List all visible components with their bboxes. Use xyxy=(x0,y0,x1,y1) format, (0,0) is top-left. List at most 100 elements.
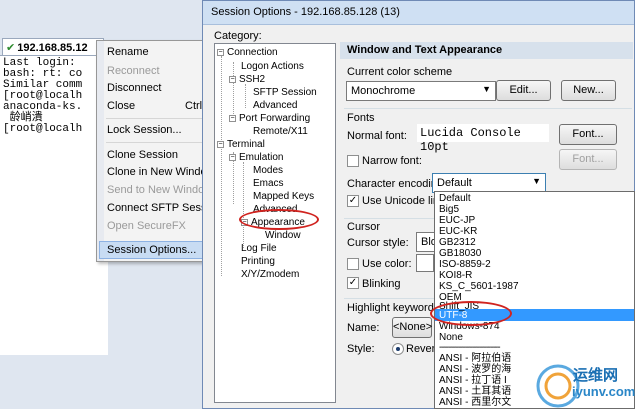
terminal-output[interactable]: Last login: bash: rt: co Similar comm [root… xyxy=(0,55,108,355)
collapse-icon[interactable]: − xyxy=(217,141,224,148)
tree-node-label: Terminal xyxy=(227,139,265,150)
menu-item-lock-session[interactable]: Lock Session... xyxy=(107,124,215,140)
menu-item-session-options[interactable]: Session Options... xyxy=(107,244,215,260)
highlight-name-select[interactable]: <None> xyxy=(392,317,432,338)
tree-line xyxy=(245,84,246,108)
group-divider xyxy=(344,108,632,109)
encoding-option[interactable]: ANSI - 阿拉伯语 xyxy=(439,353,511,364)
cursor-style-select[interactable]: Bloc xyxy=(416,232,436,252)
menu-item-rename[interactable]: Rename xyxy=(107,46,215,62)
menu-gutter xyxy=(97,41,104,261)
tree-node-window[interactable]: Window xyxy=(265,230,301,242)
menu-item-send-new-window: Send to New Windo xyxy=(107,184,205,196)
collapse-icon[interactable]: − xyxy=(229,115,236,122)
encoding-option[interactable]: EUC-JP xyxy=(439,215,475,226)
dropdown-arrow-icon: ▼ xyxy=(482,84,491,94)
normal-font-label: Normal font: xyxy=(347,130,407,142)
encoding-option[interactable]: GB18030 xyxy=(439,248,481,259)
encoding-select[interactable]: Default ▼ xyxy=(432,173,546,193)
tree-node-label: SSH2 xyxy=(239,74,266,85)
tree-line xyxy=(221,56,222,146)
normal-font-value: Lucida Console 10pt xyxy=(417,124,549,154)
menu-item-close-label: Close xyxy=(107,100,136,112)
collapse-icon[interactable]: − xyxy=(229,76,236,83)
narrow-font-checkbox[interactable] xyxy=(347,155,359,167)
tree-node-printing[interactable]: Printing xyxy=(241,256,275,268)
category-label: Category: xyxy=(214,30,262,42)
use-color-label: Use color: xyxy=(362,258,412,270)
tree-node-terminal[interactable]: − Terminal xyxy=(217,139,265,151)
menu-item-clone-session[interactable]: Clone Session xyxy=(107,149,215,165)
highlight-name-label: Name: xyxy=(347,322,380,334)
reverse-radio[interactable] xyxy=(392,343,404,355)
tree-node-xyzmodem[interactable]: X/Y/Zmodem xyxy=(241,269,299,281)
tree-node-label: Connection xyxy=(227,47,278,58)
encoding-option[interactable]: EUC-KR xyxy=(439,226,477,237)
encoding-option[interactable]: ISO-8859-2 xyxy=(439,259,491,270)
tree-node-ssh2[interactable]: − SSH2 xyxy=(229,74,265,86)
narrow-font-button: Font... xyxy=(559,149,617,170)
tree-node-label: Emulation xyxy=(239,152,284,163)
blinking-checkbox[interactable]: ✓ xyxy=(347,277,359,289)
encoding-option[interactable]: ANSI - 拉丁语 I xyxy=(439,375,507,386)
dialog-title: Session Options - 192.168.85.128 (13) xyxy=(203,1,634,25)
annotation-ring-utf8 xyxy=(430,301,512,326)
encoding-separator: -------------------------- xyxy=(439,342,501,353)
tree-node-port-forwarding[interactable]: − Port Forwarding xyxy=(229,113,310,125)
tree-node-label: Port Forwarding xyxy=(239,113,311,124)
terminal-line: [root@localh xyxy=(3,123,83,135)
menu-item-close-shortcut: Ctrl xyxy=(185,100,203,112)
narrow-font-label: Narrow font: xyxy=(362,155,422,167)
tree-node-mapped-keys[interactable]: Mapped Keys xyxy=(253,191,314,203)
cursor-style-label: Cursor style: xyxy=(347,237,409,249)
tab-context-menu: Rename Reconnect Disconnect Close Ctrl Lo… xyxy=(96,40,216,262)
tree-node-modes[interactable]: Modes xyxy=(253,165,283,177)
tree-node-sftp-session[interactable]: SFTP Session xyxy=(253,87,317,99)
encoding-option[interactable]: ANSI - 波罗的海 xyxy=(439,364,511,375)
tree-node-connection[interactable]: − Connection xyxy=(217,47,278,59)
menu-item-open-securefx: Open SecureFX xyxy=(107,220,186,232)
encoding-option[interactable]: Big5 xyxy=(439,204,459,215)
connected-check-icon: ✔ xyxy=(6,42,16,54)
menu-separator xyxy=(106,142,216,143)
new-scheme-button[interactable]: New... xyxy=(561,80,616,101)
menu-item-disconnect[interactable]: Disconnect xyxy=(107,82,215,98)
encoding-option[interactable]: KOI8-R xyxy=(439,270,472,281)
collapse-icon[interactable]: − xyxy=(229,154,236,161)
encoding-option[interactable]: GB2312 xyxy=(439,237,476,248)
blinking-label: Blinking xyxy=(362,278,401,290)
encoding-option[interactable]: ANSI - 西里尔文 xyxy=(439,397,511,408)
radio-dot xyxy=(396,347,400,351)
edit-scheme-button[interactable]: Edit... xyxy=(496,80,551,101)
fonts-group-label: Fonts xyxy=(347,112,375,124)
highlight-style-label: Style: xyxy=(347,343,375,355)
tree-node-log-file[interactable]: Log File xyxy=(241,243,277,255)
tree-node-remote-x11[interactable]: Remote/X11 xyxy=(253,126,308,138)
cursor-color-swatch[interactable] xyxy=(416,254,434,272)
dropdown-arrow-icon: ▼ xyxy=(532,176,541,186)
highlight-group-label: Highlight keywords xyxy=(347,302,440,314)
encoding-option[interactable]: KS_C_5601-1987 xyxy=(439,281,519,292)
encoding-option[interactable]: Default xyxy=(439,193,471,204)
tree-node-logon-actions[interactable]: Logon Actions xyxy=(241,61,304,73)
unicode-line-checkbox[interactable]: ✓ xyxy=(347,195,359,207)
collapse-icon[interactable]: − xyxy=(217,49,224,56)
menu-item-connect-sftp[interactable]: Connect SFTP Sessio xyxy=(107,202,215,218)
color-scheme-label: Current color scheme xyxy=(347,66,453,78)
normal-font-button[interactable]: Font... xyxy=(559,124,617,145)
tree-node-emulation[interactable]: − Emulation xyxy=(229,152,283,164)
panel-title: Window and Text Appearance xyxy=(340,42,633,59)
tree-node-emacs[interactable]: Emacs xyxy=(253,178,284,190)
tree-node-ssh2-advanced[interactable]: Advanced xyxy=(253,100,297,112)
tree-line xyxy=(243,162,244,248)
color-scheme-value: Monochrome xyxy=(351,85,416,97)
menu-item-close[interactable]: Close Ctrl xyxy=(107,100,215,116)
menu-item-clone-new-window[interactable]: Clone in New Windo xyxy=(107,166,215,182)
session-tab-label: 192.168.85.12 xyxy=(17,42,88,54)
color-scheme-select[interactable]: Monochrome ▼ xyxy=(346,81,496,101)
encoding-option[interactable]: ANSI - 土耳其语 xyxy=(439,386,511,397)
menu-item-reconnect: Reconnect xyxy=(107,65,160,77)
use-color-checkbox[interactable] xyxy=(347,258,359,270)
session-tab[interactable]: ✔ 192.168.85.12 xyxy=(2,38,104,55)
encoding-value: Default xyxy=(437,177,472,189)
